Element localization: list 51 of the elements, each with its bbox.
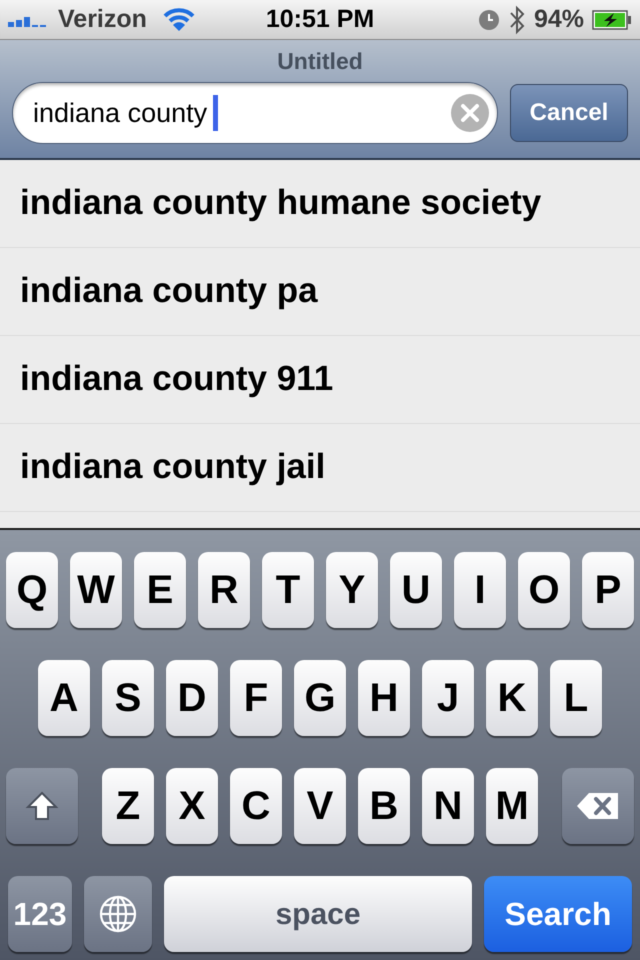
clock-time: 10:51 PM: [266, 4, 374, 35]
suggestion-item[interactable]: indiana county jail: [0, 424, 640, 512]
globe-icon: [98, 894, 138, 934]
key[interactable]: R: [198, 552, 250, 628]
key[interactable]: G: [294, 660, 346, 736]
carrier-name: Verizon: [58, 4, 147, 35]
search-key[interactable]: Search: [484, 876, 632, 952]
key[interactable]: X: [166, 768, 218, 844]
text-cursor: [213, 95, 218, 131]
suggestion-item[interactable]: indiana county 911: [0, 336, 640, 424]
key[interactable]: K: [486, 660, 538, 736]
numbers-key[interactable]: 123: [8, 876, 72, 952]
shift-key[interactable]: [6, 768, 78, 844]
key[interactable]: D: [166, 660, 218, 736]
key[interactable]: C: [230, 768, 282, 844]
key[interactable]: J: [422, 660, 474, 736]
key[interactable]: F: [230, 660, 282, 736]
key[interactable]: V: [294, 768, 346, 844]
key[interactable]: O: [518, 552, 570, 628]
shift-arrow-icon: [25, 790, 59, 822]
suggestion-item[interactable]: indiana county humane society: [0, 160, 640, 248]
key[interactable]: U: [390, 552, 442, 628]
key[interactable]: N: [422, 768, 474, 844]
page-title: Untitled: [277, 46, 363, 76]
key[interactable]: Y: [326, 552, 378, 628]
key[interactable]: H: [358, 660, 410, 736]
suggestion-item[interactable]: indiana county pa: [0, 248, 640, 336]
key[interactable]: Z: [102, 768, 154, 844]
backspace-icon: [575, 791, 621, 821]
battery-charging-icon: [592, 10, 632, 30]
clock-icon: [478, 8, 500, 30]
search-field[interactable]: indiana county: [12, 82, 498, 144]
space-key[interactable]: space: [164, 876, 472, 952]
backspace-key[interactable]: [562, 768, 634, 844]
key[interactable]: S: [102, 660, 154, 736]
battery-percent: 94%: [534, 4, 584, 35]
key[interactable]: E: [134, 552, 186, 628]
key[interactable]: B: [358, 768, 410, 844]
key[interactable]: M: [486, 768, 538, 844]
cancel-button[interactable]: Cancel: [510, 84, 628, 142]
key[interactable]: A: [38, 660, 90, 736]
key[interactable]: L: [550, 660, 602, 736]
key[interactable]: W: [70, 552, 122, 628]
key[interactable]: T: [262, 552, 314, 628]
bluetooth-icon: [508, 4, 526, 34]
key[interactable]: P: [582, 552, 634, 628]
key[interactable]: I: [454, 552, 506, 628]
key[interactable]: Q: [6, 552, 58, 628]
globe-key[interactable]: [84, 876, 152, 952]
search-text: indiana county: [33, 96, 208, 130]
wifi-icon: [162, 8, 195, 32]
